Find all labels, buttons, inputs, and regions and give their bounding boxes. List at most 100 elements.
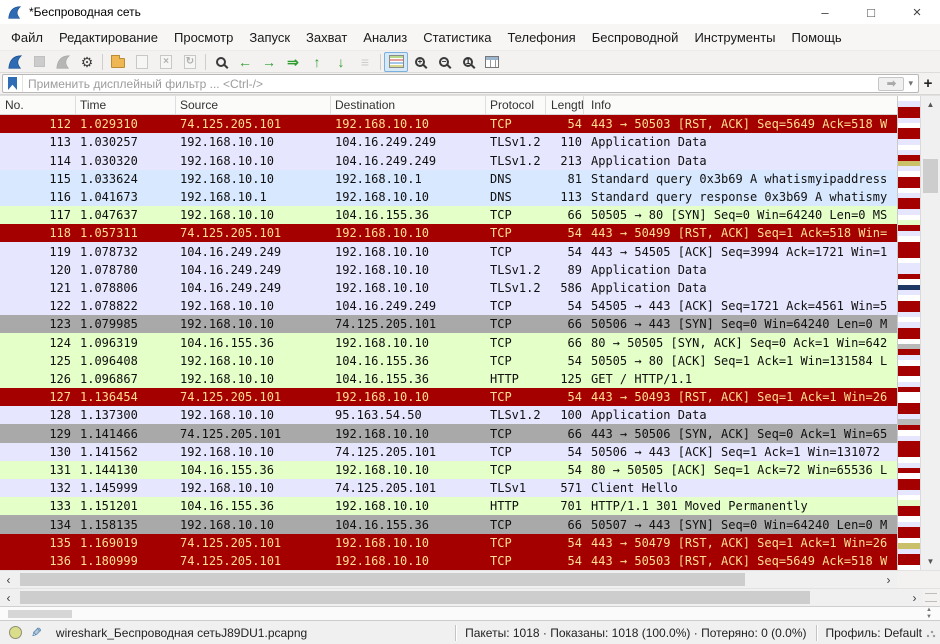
hscroll2-left-arrow-icon[interactable]: ‹ <box>0 589 17 606</box>
packet-row[interactable]: 1201.078780104.16.249.249192.168.10.10TL… <box>0 261 897 279</box>
window-resize-grip-icon[interactable] <box>926 628 936 638</box>
column-header-length[interactable]: Length <box>546 96 584 114</box>
packet-row[interactable]: 1291.14146674.125.205.101192.168.10.10TC… <box>0 424 897 442</box>
menu-item-file[interactable]: Файл <box>3 26 51 49</box>
packet-row[interactable]: 1281.137300192.168.10.1095.163.54.50TLSv… <box>0 406 897 424</box>
menu-item-edit[interactable]: Редактирование <box>51 26 166 49</box>
packet-row[interactable]: 1131.030257192.168.10.10104.16.249.249TL… <box>0 133 897 151</box>
packet-row[interactable]: 1241.096319104.16.155.36192.168.10.10TCP… <box>0 333 897 351</box>
column-header-destination[interactable]: Destination <box>331 96 486 114</box>
menu-item-analyze[interactable]: Анализ <box>355 26 415 49</box>
profile-label[interactable]: Профиль: Default <box>826 626 923 640</box>
hscroll1-right-arrow-icon[interactable]: › <box>880 571 897 588</box>
menu-item-wireless[interactable]: Беспроводной <box>584 26 687 49</box>
packet-row[interactable]: 1321.145999192.168.10.1074.125.205.101TL… <box>0 479 897 497</box>
menu-item-statistics[interactable]: Статистика <box>415 26 499 49</box>
toolbar-separator <box>205 54 206 70</box>
menu-item-telephony[interactable]: Телефония <box>499 26 583 49</box>
column-header-no[interactable]: No. <box>0 96 76 114</box>
hscroll2-thumb[interactable] <box>20 591 810 604</box>
packet-row[interactable]: 1151.033624192.168.10.10192.168.10.1DNS8… <box>0 170 897 188</box>
packet-row[interactable]: 1301.141562192.168.10.1074.125.205.101TC… <box>0 443 897 461</box>
cell-no: 131 <box>0 463 76 477</box>
hscroll1-thumb[interactable] <box>20 573 745 586</box>
go-to-packet-icon[interactable]: ⇒ <box>281 52 305 72</box>
packet-row[interactable]: 1351.16901974.125.205.101192.168.10.10TC… <box>0 534 897 552</box>
packet-row[interactable]: 1261.096867192.168.10.10104.16.155.36HTT… <box>0 370 897 388</box>
packet-row[interactable]: 1121.02931074.125.205.101192.168.10.10TC… <box>0 115 897 133</box>
packet-row[interactable]: 1181.05731174.125.205.101192.168.10.10TC… <box>0 224 897 242</box>
column-header-source[interactable]: Source <box>176 96 331 114</box>
menu-item-capture[interactable]: Захват <box>298 26 355 49</box>
vertical-scrollbar-thumb[interactable] <box>923 159 938 193</box>
zoom-out-icon[interactable]: − <box>432 52 456 72</box>
cell-info: 443 → 54505 [ACK] Seq=3994 Ack=1721 Win=… <box>584 245 897 259</box>
resize-columns-icon[interactable] <box>480 52 504 72</box>
column-header-time[interactable]: Time <box>76 96 176 114</box>
filter-bookmark-button[interactable] <box>3 75 23 92</box>
go-last-packet-icon[interactable]: ↓ <box>329 52 353 72</box>
packet-list-hscrollbar[interactable]: ‹ › <box>0 570 940 588</box>
packet-row[interactable]: 1361.18099974.125.205.101192.168.10.10TC… <box>0 552 897 570</box>
packet-row[interactable]: 1271.13645474.125.205.101192.168.10.10TC… <box>0 388 897 406</box>
go-back-icon[interactable]: ← <box>233 52 257 72</box>
minimize-button[interactable]: – <box>802 0 848 24</box>
maximize-button[interactable]: □ <box>848 0 894 24</box>
menu-item-view[interactable]: Просмотр <box>166 26 241 49</box>
display-filter-input[interactable]: Применить дисплейный фильтр ... <Ctrl-/>… <box>2 74 919 93</box>
scroll-down-arrow-icon[interactable]: ▼ <box>921 553 940 570</box>
cell-time: 1.047637 <box>76 208 176 222</box>
packet-row[interactable]: 1161.041673192.168.10.1192.168.10.10DNS1… <box>0 188 897 206</box>
column-header-info[interactable]: Info <box>584 96 897 114</box>
cell-len: 66 <box>546 317 584 331</box>
packet-row[interactable]: 1251.096408192.168.10.10104.16.155.36TCP… <box>0 352 897 370</box>
start-capture-icon[interactable] <box>3 52 27 72</box>
vertical-scrollbar[interactable]: ▲ ▼ <box>920 96 940 570</box>
expert-info-icon[interactable] <box>9 626 22 639</box>
column-header-protocol[interactable]: Protocol <box>486 96 546 114</box>
menu-item-help[interactable]: Помощь <box>784 26 850 49</box>
secondary-hscrollbar[interactable]: ‹ › <box>0 588 940 606</box>
capture-comment-icon[interactable]: ✎ <box>31 625 42 641</box>
zoom-reset-icon[interactable]: 1 <box>456 52 480 72</box>
packet-row[interactable]: 1141.030320192.168.10.10104.16.249.249TL… <box>0 151 897 169</box>
packet-row[interactable]: 1171.047637192.168.10.10104.16.155.36TCP… <box>0 206 897 224</box>
hscroll2-right-arrow-icon[interactable]: › <box>906 589 923 606</box>
hscroll1-left-arrow-icon[interactable]: ‹ <box>0 571 17 588</box>
cell-time: 1.141466 <box>76 427 176 441</box>
find-packet-icon[interactable] <box>209 52 233 72</box>
packet-row[interactable]: 1331.151201104.16.155.36192.168.10.10HTT… <box>0 497 897 515</box>
reload-file-icon[interactable]: ↻ <box>178 52 202 72</box>
packet-row[interactable]: 1311.144130104.16.155.36192.168.10.10TCP… <box>0 461 897 479</box>
save-file-icon[interactable] <box>130 52 154 72</box>
packet-row[interactable]: 1231.079985192.168.10.1074.125.205.101TC… <box>0 315 897 333</box>
intelligent-scrollbar-minimap[interactable] <box>897 96 920 570</box>
packet-row[interactable]: 1221.078822192.168.10.10104.16.249.249TC… <box>0 297 897 315</box>
packet-row[interactable]: 1341.158135192.168.10.10104.16.155.36TCP… <box>0 515 897 533</box>
filter-dropdown-caret-icon[interactable]: ▾ <box>907 78 918 89</box>
go-first-packet-icon[interactable]: ↑ <box>305 52 329 72</box>
capture-options-icon[interactable]: ⚙ <box>75 52 99 72</box>
open-file-icon[interactable] <box>106 52 130 72</box>
stop-capture-icon[interactable] <box>27 52 51 72</box>
colorize-packets-icon[interactable] <box>384 52 408 72</box>
menu-item-tools[interactable]: Инструменты <box>686 26 783 49</box>
zoom-in-icon[interactable]: + <box>408 52 432 72</box>
cell-dst: 192.168.10.10 <box>331 190 486 204</box>
cell-len: 54 <box>546 536 584 550</box>
spinner-arrows-icon[interactable]: ▲▼ <box>926 607 932 621</box>
packet-row[interactable]: 1211.078806104.16.249.249192.168.10.10TL… <box>0 279 897 297</box>
filter-bar: Применить дисплейный фильтр ... <Ctrl-/>… <box>0 73 940 95</box>
packet-row[interactable]: 1191.078732104.16.249.249192.168.10.10TC… <box>0 242 897 260</box>
menu-item-go[interactable]: Запуск <box>241 26 298 49</box>
cell-time: 1.096867 <box>76 372 176 386</box>
cell-time: 1.180999 <box>76 554 176 568</box>
apply-filter-button[interactable]: ➡ <box>878 77 904 91</box>
close-file-icon[interactable]: × <box>154 52 178 72</box>
go-forward-icon[interactable]: → <box>257 52 281 72</box>
restart-capture-icon[interactable] <box>51 52 75 72</box>
auto-scroll-icon[interactable]: ≡ <box>353 52 377 72</box>
scroll-up-arrow-icon[interactable]: ▲ <box>921 96 940 113</box>
close-button[interactable]: × <box>894 0 940 24</box>
add-filter-button[interactable]: + <box>919 75 937 92</box>
